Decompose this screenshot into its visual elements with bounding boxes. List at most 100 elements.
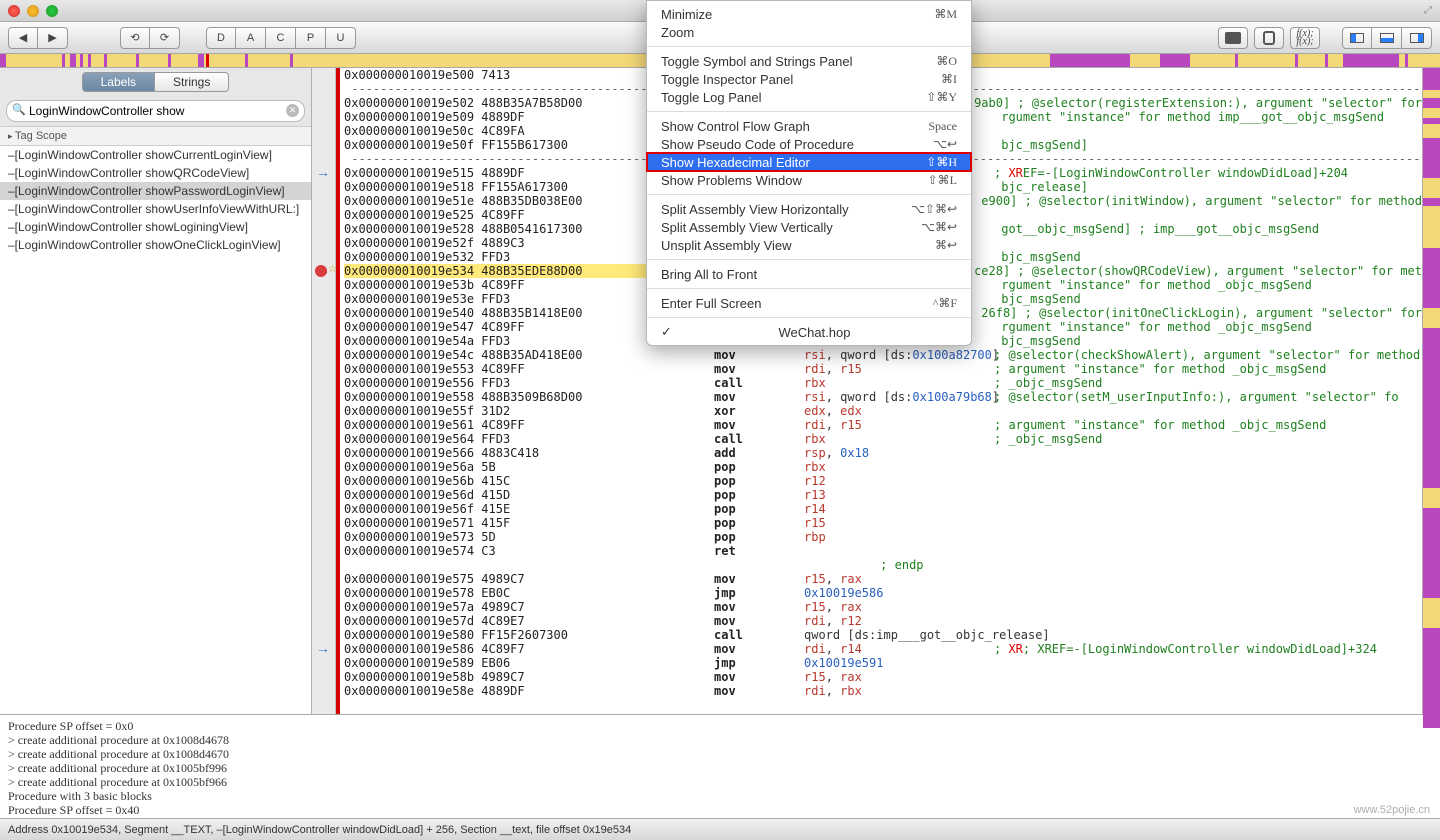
code-line[interactable]: 0x000000010019e571 415Fpopr15 bbox=[344, 516, 1422, 530]
tag-scope[interactable]: Tag Scope bbox=[0, 126, 311, 146]
menu-item[interactable]: WeChat.hop bbox=[647, 323, 971, 341]
menu-shortcut: ⌘M bbox=[934, 7, 957, 22]
menu-shortcut: ⇧⌘L bbox=[928, 173, 957, 188]
pane-bottom-button[interactable] bbox=[1372, 27, 1402, 49]
redo-button[interactable]: ⟳ bbox=[150, 27, 180, 49]
menu-shortcut: ⌘O bbox=[936, 54, 957, 69]
label-row[interactable]: –[LoginWindowController showCurrentLogin… bbox=[0, 146, 311, 164]
sidebar: Labels Strings 🔍 ✕ Tag Scope –[LoginWind… bbox=[0, 68, 312, 714]
menu-item[interactable]: Enter Full Screen^⌘F bbox=[647, 294, 971, 312]
type-d-button[interactable]: D bbox=[206, 27, 236, 49]
menu-item[interactable]: Zoom bbox=[647, 23, 971, 41]
minimap[interactable] bbox=[1422, 68, 1440, 714]
code-line[interactable]: 0x000000010019e575 4989C7movr15, rax bbox=[344, 572, 1422, 586]
menu-item[interactable]: Show Problems Window⇧⌘L bbox=[647, 171, 971, 189]
menu-item[interactable]: Unsplit Assembly View⌘↩ bbox=[647, 236, 971, 254]
type-group: D A C P U bbox=[206, 27, 356, 49]
menu-item[interactable]: Show Hexadecimal Editor⇧⌘H bbox=[647, 153, 971, 171]
gutter-arrow-icon: → bbox=[316, 640, 330, 656]
menu-shortcut: ⌘↩ bbox=[935, 238, 957, 253]
status-bar: Address 0x10019e534, Segment __TEXT, –[L… bbox=[0, 818, 1440, 840]
tab-strings[interactable]: Strings bbox=[155, 72, 229, 92]
log-line: > create additional procedure at 0x1008d… bbox=[8, 747, 1432, 761]
menu-item-label: Toggle Log Panel bbox=[661, 90, 761, 105]
code-line[interactable]: 0x000000010019e578 EB0Cjmp0x10019e586 bbox=[344, 586, 1422, 600]
fx-button[interactable]: f(x);f(x); bbox=[1290, 27, 1320, 49]
code-line[interactable]: 0x000000010019e56f 415Epopr14 bbox=[344, 502, 1422, 516]
gutter[interactable]: →→☆→ bbox=[312, 68, 336, 714]
log-panel[interactable]: Procedure SP offset = 0x0> create additi… bbox=[0, 714, 1440, 818]
code-line[interactable]: 0x000000010019e58b 4989C7movr15, rax bbox=[344, 670, 1422, 684]
search-input[interactable] bbox=[6, 100, 305, 122]
menu-item[interactable]: Toggle Symbol and Strings Panel ⌘O bbox=[647, 52, 971, 70]
sidebar-tabs: Labels Strings bbox=[0, 68, 311, 96]
label-row[interactable]: –[LoginWindowController showPasswordLogi… bbox=[0, 182, 311, 200]
code-line[interactable]: 0x000000010019e57d 4C89E7movrdi, r12 bbox=[344, 614, 1422, 628]
code-line[interactable]: 0x000000010019e573 5Dpoprbp bbox=[344, 530, 1422, 544]
pane-bottom-icon bbox=[1380, 33, 1394, 43]
type-c-button[interactable]: C bbox=[266, 27, 296, 49]
code-line[interactable]: 0x000000010019e589 EB06jmp0x10019e591 bbox=[344, 656, 1422, 670]
menu-item[interactable]: Show Pseudo Code of Procedure⌥↩ bbox=[647, 135, 971, 153]
chip-icon bbox=[1225, 32, 1241, 44]
nav-forward-button[interactable]: ▶ bbox=[38, 27, 68, 49]
code-line[interactable]: 0x000000010019e558 488B3509B68D00movrsi,… bbox=[344, 390, 1422, 404]
zoom-icon[interactable] bbox=[46, 5, 58, 17]
code-line[interactable]: 0x000000010019e586 4C89F7movrdi, r14; XR… bbox=[344, 642, 1422, 656]
pane-left-button[interactable] bbox=[1342, 27, 1372, 49]
code-line[interactable]: 0x000000010019e54c 488B35AD418E00movrsi,… bbox=[344, 348, 1422, 362]
clear-icon[interactable]: ✕ bbox=[286, 104, 299, 117]
menu-item[interactable]: Toggle Inspector Panel⌘I bbox=[647, 70, 971, 88]
pane-right-button[interactable] bbox=[1402, 27, 1432, 49]
code-red-bar bbox=[336, 68, 340, 714]
menu-item-label: Show Pseudo Code of Procedure bbox=[661, 137, 854, 152]
tab-labels[interactable]: Labels bbox=[82, 72, 155, 92]
menu-item-label: Bring All to Front bbox=[661, 267, 757, 282]
code-line[interactable]: 0x000000010019e566 4883C418addrsp, 0x18 bbox=[344, 446, 1422, 460]
menu-item[interactable]: Split Assembly View Horizontally⌥⇧⌘↩ bbox=[647, 200, 971, 218]
code-line[interactable]: 0x000000010019e56b 415Cpopr12 bbox=[344, 474, 1422, 488]
menu-item[interactable]: Split Assembly View Vertically⌥⌘↩ bbox=[647, 218, 971, 236]
type-a-button[interactable]: A bbox=[236, 27, 266, 49]
code-line[interactable]: 0x000000010019e553 4C89FFmovrdi, r15; ar… bbox=[344, 362, 1422, 376]
undo-button[interactable]: ⟲ bbox=[120, 27, 150, 49]
code-line[interactable]: 0x000000010019e561 4C89FFmovrdi, r15; ar… bbox=[344, 418, 1422, 432]
menu-shortcut: ⇧⌘Y bbox=[926, 90, 957, 105]
close-icon[interactable] bbox=[8, 5, 20, 17]
menu-item[interactable]: Minimize⌘M bbox=[647, 5, 971, 23]
chip-button[interactable] bbox=[1218, 27, 1248, 49]
menu-item[interactable]: Show Control Flow GraphSpace bbox=[647, 117, 971, 135]
menu-separator bbox=[647, 194, 971, 195]
type-p-button[interactable]: P bbox=[296, 27, 326, 49]
nav-group: ◀ ▶ bbox=[8, 27, 68, 49]
code-line[interactable]: 0x000000010019e56a 5Bpoprbx bbox=[344, 460, 1422, 474]
label-row[interactable]: –[LoginWindowController showUserInfoView… bbox=[0, 200, 311, 218]
log-line: > create additional procedure at 0x1008d… bbox=[8, 733, 1432, 747]
code-line[interactable]: 0x000000010019e55f 31D2xoredx, edx bbox=[344, 404, 1422, 418]
code-line[interactable]: 0x000000010019e556 FFD3callrbx; _objc_ms… bbox=[344, 376, 1422, 390]
gutter-arrow-icon: → bbox=[316, 164, 330, 180]
label-row[interactable]: –[LoginWindowController showLoginingView… bbox=[0, 218, 311, 236]
search-box: 🔍 ✕ bbox=[6, 100, 305, 122]
breakpoint-icon[interactable] bbox=[315, 265, 327, 277]
labels-list[interactable]: –[LoginWindowController showCurrentLogin… bbox=[0, 146, 311, 714]
label-row[interactable]: –[LoginWindowController showOneClickLogi… bbox=[0, 236, 311, 254]
menu-item[interactable]: Toggle Log Panel ⇧⌘Y bbox=[647, 88, 971, 106]
context-menu: Minimize⌘MZoom Toggle Symbol and Strings … bbox=[646, 0, 972, 346]
code-line[interactable]: 0x000000010019e56d 415Dpopr13 bbox=[344, 488, 1422, 502]
code-line[interactable]: 0x000000010019e58e 4889DFmovrdi, rbx bbox=[344, 684, 1422, 698]
type-u-button[interactable]: U bbox=[326, 27, 356, 49]
nav-back-button[interactable]: ◀ bbox=[8, 27, 38, 49]
db-button[interactable] bbox=[1254, 27, 1284, 49]
fullscreen-icon[interactable]: ⤢ bbox=[1424, 5, 1432, 16]
code-line[interactable]: 0x000000010019e57a 4989C7movr15, rax bbox=[344, 600, 1422, 614]
menu-item[interactable]: Bring All to Front bbox=[647, 265, 971, 283]
code-line[interactable]: 0x000000010019e574 C3ret bbox=[344, 544, 1422, 558]
code-line[interactable]: 0x000000010019e564 FFD3callrbx; _objc_ms… bbox=[344, 432, 1422, 446]
minimize-icon[interactable] bbox=[27, 5, 39, 17]
menu-item-label: Toggle Symbol and Strings Panel bbox=[661, 54, 853, 69]
menu-shortcut: ⌥⌘↩ bbox=[921, 220, 957, 235]
code-line[interactable]: 0x000000010019e580 FF15F2607300callqword… bbox=[344, 628, 1422, 642]
menu-item-label: Show Hexadecimal Editor bbox=[661, 155, 810, 170]
label-row[interactable]: –[LoginWindowController showQRCodeView] bbox=[0, 164, 311, 182]
